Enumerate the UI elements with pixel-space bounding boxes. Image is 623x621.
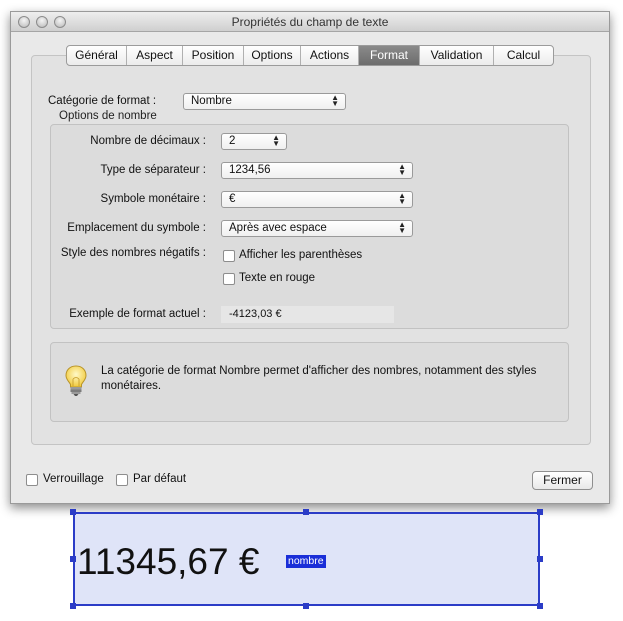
format-category-value: Nombre [191,95,232,107]
popup-arrows-icon: ▲ ▼ [398,220,406,235]
default-checkbox[interactable] [116,474,128,486]
properties-dialog: Propriétés du champ de texte Catégorie d… [10,11,610,504]
symbol-placement-value: Après avec espace [229,222,327,234]
default-label[interactable]: Par défaut [133,473,186,485]
currency-label: Symbole monétaire : [100,193,206,205]
red-text-label[interactable]: Texte en rouge [239,272,315,284]
window-title: Propriétés du champ de texte [231,15,389,29]
separator-select[interactable]: 1234,56 ▲ ▼ [221,162,413,179]
parentheses-checkbox[interactable] [223,250,235,262]
close-button[interactable]: Fermer [532,471,593,490]
resize-handle-icon[interactable] [537,509,543,515]
resize-handle-icon[interactable] [70,556,76,562]
currency-value: € [229,193,236,205]
category-info-box: La catégorie de format Nombre permet d'a… [50,342,569,422]
resize-handle-icon[interactable] [303,603,309,609]
symbol-placement-select[interactable]: Après avec espace ▲ ▼ [221,220,413,237]
resize-handle-icon[interactable] [537,603,543,609]
field-value: 11345,67 € [77,541,260,582]
separator-value: 1234,56 [229,164,271,176]
popup-arrows-icon: ▲ ▼ [398,162,406,177]
popup-arrows-icon: ▲ ▼ [331,93,339,108]
decimals-label: Nombre de décimaux : [90,135,206,147]
resize-handle-icon[interactable] [70,509,76,515]
tab-format[interactable]: Format [359,46,420,65]
tab-position[interactable]: Position [183,46,244,65]
negative-style-label: Style des nombres négatifs : [60,247,206,259]
tab-options[interactable]: Options [244,46,301,65]
format-category-label: Catégorie de format : [48,95,157,107]
red-text-checkbox[interactable] [223,273,235,285]
field-name-tag: nombre [286,555,326,568]
currency-select[interactable]: € ▲ ▼ [221,191,413,208]
decimals-select[interactable]: 2 ▲ ▼ [221,133,287,150]
tab-general[interactable]: Général [67,46,127,65]
sample-format-label: Exemple de format actuel : [69,308,206,320]
format-category-select[interactable]: Nombre ▲ ▼ [183,93,346,110]
tab-aspect[interactable]: Aspect [127,46,183,65]
number-options-group: Nombre de décimaux : 2 ▲ ▼ Type de sépara… [50,124,569,329]
tab-validation[interactable]: Validation [420,46,494,65]
tab-calcul[interactable]: Calcul [494,46,553,65]
tab-actions[interactable]: Actions [301,46,359,65]
lock-label[interactable]: Verrouillage [43,473,104,485]
parentheses-label[interactable]: Afficher les parenthèses [239,249,362,261]
title-bar[interactable]: Propriétés du champ de texte [11,12,609,32]
lock-checkbox[interactable] [26,474,38,486]
decimals-value: 2 [229,135,236,147]
sample-format-value: -4123,03 € [221,306,394,323]
popup-arrows-icon: ▲ ▼ [272,133,280,148]
separator-label: Type de séparateur : [100,164,206,176]
tab-bar: Général Aspect Position Options Actions … [66,45,554,66]
lightbulb-icon [65,365,87,396]
number-options-title: Options de nombre [59,110,157,122]
symbol-placement-label: Emplacement du symbole : [67,222,206,234]
resize-handle-icon[interactable] [303,509,309,515]
popup-arrows-icon: ▲ ▼ [398,191,406,206]
resize-handle-icon[interactable] [537,556,543,562]
category-info-text: La catégorie de format Nombre permet d'a… [101,365,537,392]
resize-handle-icon[interactable] [70,603,76,609]
tab-panel: Catégorie de format : Nombre ▲ ▼ Options … [31,55,591,445]
text-field-preview[interactable]: 11345,67 € nombre [73,512,540,606]
